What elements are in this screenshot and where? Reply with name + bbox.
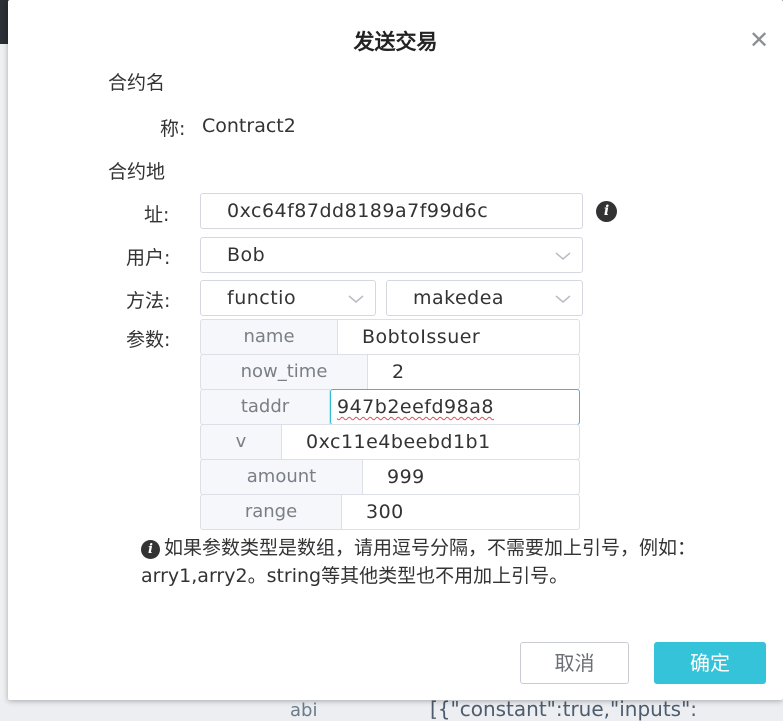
cancel-button[interactable]: 取消 bbox=[520, 642, 629, 684]
close-icon[interactable]: ✕ bbox=[749, 26, 769, 54]
contract-address-label-line2: 址: bbox=[144, 204, 170, 226]
dialog-title: 发送交易 bbox=[353, 30, 438, 54]
param-key: v bbox=[200, 424, 282, 460]
contract-address-input[interactable]: 0xc64f87dd8189a7f99d6c bbox=[200, 193, 583, 229]
background-abi-label: abi bbox=[290, 700, 318, 721]
param-key: range bbox=[200, 494, 342, 530]
send-transaction-dialog: 发送交易 ✕ 合约名 称: Contract2 合约地 址: 0xc64f87d… bbox=[8, 0, 783, 700]
method-name-value: makedea bbox=[413, 287, 505, 309]
info-circle-icon[interactable]: i bbox=[596, 201, 617, 222]
method-label: 方法: bbox=[126, 290, 171, 312]
method-type-value: functio bbox=[227, 287, 297, 309]
params-hint-text: 如果参数类型是数组，请用逗号分隔，不需要加上引号，例如：arry1,arry2。… bbox=[141, 537, 697, 587]
contract-name-value: Contract2 bbox=[202, 115, 296, 137]
param-value-input[interactable]: 2 bbox=[368, 354, 580, 390]
params-label: 参数: bbox=[126, 329, 171, 351]
param-value-input[interactable]: 999 bbox=[363, 459, 580, 495]
contract-name-label-line2: 称: bbox=[160, 118, 186, 140]
param-key: now_time bbox=[200, 354, 368, 390]
info-circle-icon: i bbox=[141, 540, 160, 559]
param-value-text: 947b2eefd98a8 bbox=[337, 396, 494, 418]
background-bottom-strip: abi [{"constant":true,"inputs": bbox=[0, 697, 783, 721]
contract-name-label-line1: 合约名 bbox=[108, 72, 166, 94]
param-value-input[interactable]: 947b2eefd98a8 bbox=[330, 389, 580, 425]
param-value-input[interactable]: 300 bbox=[342, 494, 580, 530]
param-key: name bbox=[200, 319, 338, 355]
chevron-down-icon bbox=[555, 252, 571, 260]
contract-address-value: 0xc64f87dd8189a7f99d6c bbox=[227, 200, 489, 222]
param-key: taddr bbox=[200, 389, 330, 425]
user-select-value: Bob bbox=[227, 244, 266, 266]
chevron-down-icon bbox=[555, 295, 571, 303]
user-label: 用户: bbox=[126, 247, 171, 269]
user-select[interactable]: Bob bbox=[200, 237, 583, 273]
method-name-select[interactable]: makedea bbox=[386, 280, 583, 316]
param-value-input[interactable]: BobtoIssuer bbox=[338, 319, 580, 355]
chevron-down-icon bbox=[348, 295, 364, 303]
param-value-input[interactable]: 0xc11e4beebd1b1 bbox=[282, 424, 580, 460]
contract-address-label-line1: 合约地 bbox=[108, 161, 166, 183]
params-hint: i 如果参数类型是数组，请用逗号分隔，不需要加上引号，例如：arry1,arry2… bbox=[141, 534, 761, 590]
param-key: amount bbox=[200, 459, 363, 495]
method-type-select[interactable]: functio bbox=[200, 280, 376, 316]
background-abi-code: [{"constant":true,"inputs": bbox=[430, 697, 698, 721]
confirm-button[interactable]: 确定 bbox=[654, 642, 766, 684]
